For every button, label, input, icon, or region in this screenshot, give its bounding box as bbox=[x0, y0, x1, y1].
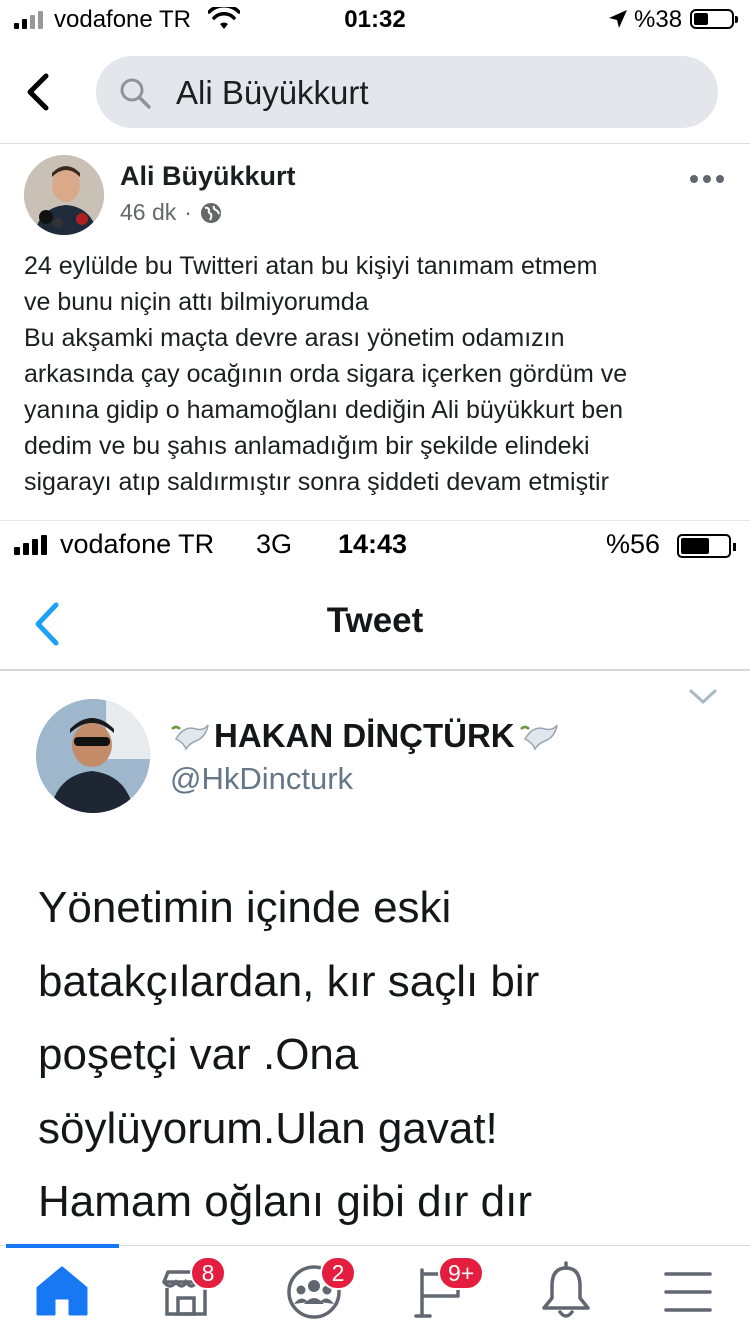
marketplace-badge: 8 bbox=[190, 1256, 226, 1290]
post-author-name[interactable]: Ali Büyükkurt bbox=[120, 161, 296, 192]
post-header: Ali Büyükkurt 46 dk · bbox=[0, 145, 750, 240]
battery-icon bbox=[677, 534, 736, 558]
screenshot-time: 14:43 bbox=[338, 529, 408, 559]
signal-icon bbox=[14, 535, 47, 555]
post-meta: 46 dk · bbox=[120, 199, 222, 226]
screenshot-status-bar: vodafone TR 3G 14:43 %56 bbox=[0, 521, 750, 569]
tab-marketplace[interactable]: 8 bbox=[150, 1256, 226, 1324]
home-icon bbox=[36, 1266, 88, 1316]
tweet-author-name: HAKAN DİNÇTÜRK bbox=[170, 717, 559, 755]
post-text-line: dedim ve bu şahıs anlamadığım bir şekild… bbox=[24, 432, 590, 460]
post-text-line: 24 eylülde bu Twitteri atan bu kişiyi ta… bbox=[24, 252, 598, 280]
search-input[interactable]: Ali Büyükkurt bbox=[96, 56, 718, 128]
tweet-author-handle: @HkDincturk bbox=[170, 761, 354, 796]
search-query: Ali Büyükkurt bbox=[176, 74, 369, 111]
active-tab-indicator bbox=[6, 1244, 119, 1248]
search-header: Ali Büyükkurt bbox=[0, 52, 750, 144]
post-text-line: ve bunu niçin attı bilmiyorumda bbox=[24, 288, 369, 316]
battery-percentage: %38 bbox=[634, 6, 683, 33]
location-arrow-icon bbox=[609, 10, 627, 28]
post-text-line: arkasında çay ocağının orda sigara içerk… bbox=[24, 360, 628, 388]
back-chevron-icon[interactable] bbox=[20, 70, 60, 114]
avatar[interactable] bbox=[24, 155, 104, 235]
tweet-nav-title: Tweet bbox=[326, 601, 424, 640]
post-time[interactable]: 46 dk bbox=[120, 199, 176, 226]
tab-home[interactable] bbox=[26, 1260, 98, 1324]
tweet-text: Yönetimin içinde eski batakçılardan, kır… bbox=[38, 871, 728, 1239]
status-bar: vodafone TR 01:32 %38 bbox=[0, 0, 750, 40]
groups-badge: 2 bbox=[320, 1256, 356, 1290]
post-text-line: yanına gidip o hamamoğlanı dediğin Ali b… bbox=[24, 396, 624, 424]
post-text: 24 eylülde bu Twitteri atan bu kişiyi ta… bbox=[24, 248, 734, 500]
tweet-nav-bar: Tweet bbox=[0, 575, 750, 671]
screenshot-carrier: vodafone TR bbox=[60, 529, 215, 559]
meta-separator: · bbox=[184, 199, 192, 225]
tab-groups[interactable]: 2 bbox=[282, 1256, 356, 1324]
search-icon bbox=[120, 78, 151, 109]
tweet-text-line: poşetçi var .Ona bbox=[38, 1030, 359, 1079]
dove-icon bbox=[171, 724, 209, 751]
tab-pages[interactable]: 9+ bbox=[412, 1256, 485, 1324]
pages-badge: 9+ bbox=[438, 1256, 485, 1290]
tweet-text-line: Yönetimin içinde eski bbox=[38, 883, 452, 932]
tab-menu[interactable] bbox=[652, 1260, 724, 1324]
tab-notifications[interactable] bbox=[530, 1260, 602, 1324]
battery-icon bbox=[690, 9, 738, 29]
screenshot-network: 3G bbox=[256, 529, 293, 559]
screenshot-battery-percentage: %56 bbox=[606, 529, 661, 559]
tweet-avatar bbox=[36, 699, 150, 813]
bell-icon bbox=[542, 1261, 590, 1318]
tweet-text-line: Hamam oğlanı gibi dır dır bbox=[38, 1177, 532, 1226]
tweet-author-name-text: HAKAN DİNÇTÜRK bbox=[214, 717, 515, 754]
hamburger-menu-icon bbox=[664, 1272, 712, 1312]
dove-icon bbox=[519, 724, 558, 751]
post-text-line: Bu akşamki maçta devre arası yönetim oda… bbox=[24, 324, 565, 352]
post-image-tweet-screenshot[interactable]: vodafone TR 3G 14:43 %56 Tweet HAKAN DİN… bbox=[0, 520, 750, 1244]
more-options-icon[interactable] bbox=[690, 167, 730, 191]
chevron-down-icon bbox=[689, 689, 717, 705]
tweet-text-line: batakçılardan, kır saçlı bir bbox=[38, 956, 540, 1006]
globe-icon bbox=[200, 202, 221, 223]
bottom-tab-bar: 8 2 9+ bbox=[0, 1244, 750, 1334]
tweet-text-line: söylüyorum.Ulan gavat! bbox=[38, 1103, 498, 1153]
post-text-line: sigarayı atıp saldırmıştır sonra şiddeti… bbox=[24, 468, 609, 496]
